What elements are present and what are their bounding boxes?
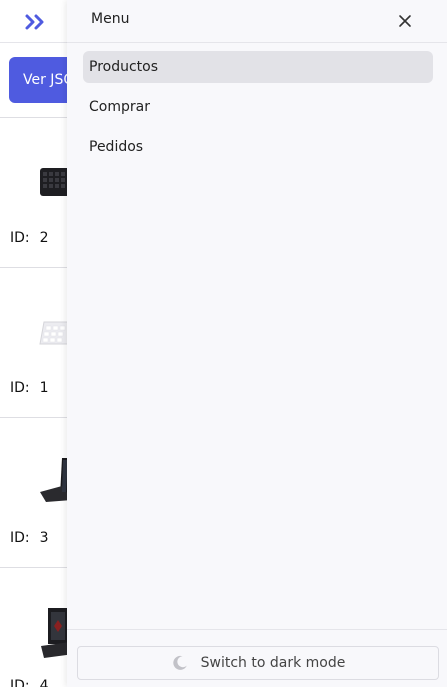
product-id-value: 1 bbox=[39, 380, 49, 396]
menu-item-label: Productos bbox=[89, 59, 159, 75]
close-button[interactable] bbox=[395, 11, 415, 31]
product-id-label: ID: bbox=[10, 380, 30, 396]
menu-item-comprar[interactable]: Comprar bbox=[83, 91, 433, 123]
drawer-footer-divider bbox=[67, 629, 447, 630]
moon-icon bbox=[172, 655, 187, 670]
product-id-label: ID: bbox=[10, 678, 30, 687]
product-id: ID: 2 bbox=[10, 230, 49, 246]
product-id-value: 3 bbox=[39, 530, 49, 546]
double-chevron-right-icon[interactable] bbox=[24, 12, 48, 32]
drawer-title: Menu bbox=[91, 11, 130, 27]
product-id-value: 2 bbox=[39, 230, 49, 246]
menu-item-pedidos[interactable]: Pedidos bbox=[83, 131, 433, 163]
product-id-label: ID: bbox=[10, 530, 30, 546]
menu-item-productos[interactable]: Productos bbox=[83, 51, 433, 83]
product-id-label: ID: bbox=[10, 230, 30, 246]
dark-mode-label: Switch to dark mode bbox=[200, 655, 346, 671]
product-id: ID: 3 bbox=[10, 530, 49, 546]
product-id-value: 4 bbox=[39, 678, 49, 687]
navigation-drawer: Menu Productos Comprar Pedidos Switch to… bbox=[67, 0, 447, 687]
drawer-header: Menu bbox=[67, 0, 447, 43]
product-id: ID: 4 bbox=[10, 678, 49, 687]
close-icon bbox=[399, 15, 411, 27]
dark-mode-toggle-button[interactable]: Switch to dark mode bbox=[77, 646, 439, 680]
menu-item-label: Pedidos bbox=[89, 139, 144, 155]
menu-item-label: Comprar bbox=[89, 99, 150, 115]
product-id: ID: 1 bbox=[10, 380, 49, 396]
